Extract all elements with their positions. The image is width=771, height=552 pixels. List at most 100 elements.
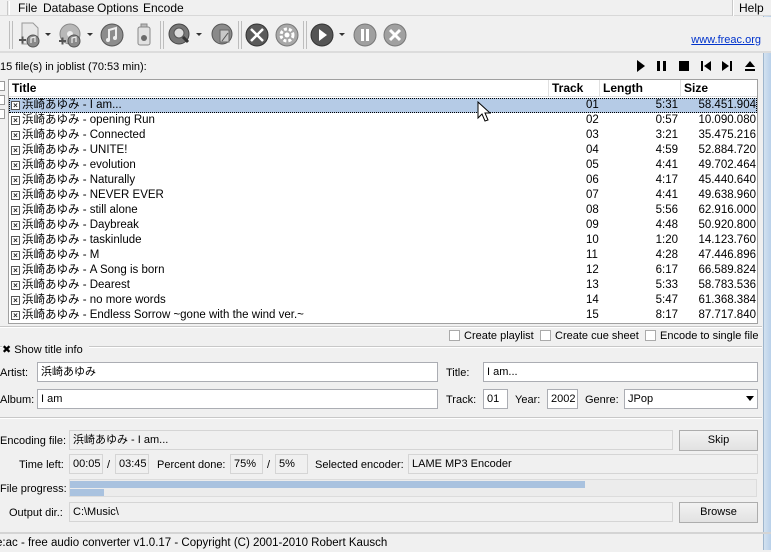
- toolbar-grip: [9, 21, 13, 49]
- player-stop-button[interactable]: [677, 59, 691, 73]
- menu-database[interactable]: Database: [41, 1, 96, 15]
- column-header-title[interactable]: Title: [9, 80, 549, 97]
- joblist-row[interactable]: × 浜崎あゆみ - M 11 4:28 47.446.896: [9, 248, 757, 263]
- row-checkbox[interactable]: ×: [11, 131, 20, 140]
- row-checkbox[interactable]: ×: [11, 266, 20, 275]
- start-encoding-dropdown[interactable]: [339, 32, 345, 38]
- joblist-row[interactable]: × 浜崎あゆみ - taskinlude 10 1:20 14.123.760: [9, 233, 757, 248]
- menu-encode[interactable]: Encode: [141, 1, 186, 15]
- artist-input[interactable]: 浜崎あゆみ: [37, 362, 438, 382]
- time-left-label: Time left:: [19, 459, 64, 471]
- start-encoding-button[interactable]: [308, 21, 336, 49]
- menu-help[interactable]: Help: [737, 1, 766, 15]
- freac-website-link[interactable]: www.freac.org: [691, 34, 761, 46]
- add-cd-dropdown[interactable]: [87, 32, 93, 38]
- column-header-size[interactable]: Size: [681, 80, 757, 97]
- status-text: fre:ac - free audio converter v1.0.17 - …: [0, 537, 388, 549]
- window-border: [763, 0, 771, 550]
- skip-button[interactable]: Skip: [679, 430, 758, 451]
- row-checkbox[interactable]: ×: [11, 221, 20, 230]
- add-files-button[interactable]: [16, 21, 44, 49]
- player-pause-button[interactable]: [655, 59, 669, 73]
- row-checkbox[interactable]: ×: [11, 101, 20, 110]
- show-title-info-toggle[interactable]: ✖ Show title info: [2, 343, 89, 356]
- track-input[interactable]: 01: [483, 389, 508, 409]
- query-cddb-button[interactable]: [166, 21, 194, 49]
- player-next-button[interactable]: [720, 59, 734, 73]
- side-panel-handle[interactable]: [0, 81, 5, 91]
- row-checkbox[interactable]: ×: [11, 146, 20, 155]
- joblist-row[interactable]: × 浜崎あゆみ - Dearest 13 5:33 58.783.536: [9, 278, 757, 293]
- configure-button[interactable]: [243, 21, 271, 49]
- config-options-button[interactable]: [273, 21, 301, 49]
- encode-single-file-checkbox[interactable]: Encode to single file: [645, 330, 758, 342]
- row-checkbox[interactable]: ×: [11, 206, 20, 215]
- row-track: 03: [586, 129, 599, 141]
- row-length: 3:21: [655, 129, 678, 141]
- stop-icon: [679, 61, 689, 71]
- row-checkbox[interactable]: ×: [11, 251, 20, 260]
- row-checkbox[interactable]: ×: [11, 116, 20, 125]
- row-checkbox[interactable]: ×: [11, 191, 20, 200]
- player-play-button[interactable]: [634, 59, 648, 73]
- column-header-length[interactable]: Length: [600, 80, 681, 97]
- row-checkbox[interactable]: ×: [11, 311, 20, 320]
- joblist-row[interactable]: × 浜崎あゆみ - evolution 05 4:41 49.702.464: [9, 158, 757, 173]
- column-header-track[interactable]: Track: [549, 80, 600, 97]
- gear-icon: [275, 23, 299, 47]
- add-files-dropdown[interactable]: [45, 32, 51, 38]
- joblist-row[interactable]: × 浜崎あゆみ - A Song is born 12 6:17 66.589.824: [9, 263, 757, 278]
- player-previous-button[interactable]: [699, 59, 713, 73]
- joblist-row[interactable]: × 浜崎あゆみ - no more words 14 5:47 61.368.384: [9, 293, 757, 308]
- file-progress-label: File progress:: [0, 483, 67, 495]
- row-title: 浜崎あゆみ - evolution: [22, 159, 136, 171]
- year-input[interactable]: 2002: [547, 389, 578, 409]
- side-panel-handle[interactable]: [0, 95, 5, 105]
- player-eject-button[interactable]: [743, 59, 757, 73]
- add-audio-button[interactable]: [98, 21, 126, 49]
- toolbar-separator: [160, 21, 164, 49]
- side-panel-handle[interactable]: [0, 109, 5, 119]
- row-length: 4:28: [655, 249, 678, 261]
- joblist-row[interactable]: × 浜崎あゆみ - Naturally 06 4:17 45.440.640: [9, 173, 757, 188]
- row-size: 61.368.384: [698, 294, 756, 306]
- joblist-row[interactable]: × 浜崎あゆみ - opening Run 02 0:57 10.090.080: [9, 113, 757, 128]
- stop-encoding-button[interactable]: [381, 21, 409, 49]
- album-input[interactable]: I am: [37, 389, 438, 409]
- joblist-row[interactable]: × 浜崎あゆみ - UNITE! 04 4:59 52.884.720: [9, 143, 757, 158]
- menu-grip: [7, 1, 10, 15]
- menu-file[interactable]: File: [16, 1, 39, 15]
- chevron-down-icon[interactable]: [746, 396, 754, 401]
- joblist-row[interactable]: × 浜崎あゆみ - NEVER EVER 07 4:41 49.638.960: [9, 188, 757, 203]
- percent-done-label: Percent done:: [157, 459, 226, 471]
- submit-cddb-button[interactable]: [208, 21, 236, 49]
- joblist[interactable]: Title Track Length Size × 浜崎あゆみ - I am...…: [8, 79, 758, 324]
- joblist-row[interactable]: × 浜崎あゆみ - Endless Sorrow ~gone with the w…: [9, 308, 757, 323]
- title-input[interactable]: I am...: [483, 362, 758, 382]
- row-size: 45.440.640: [698, 174, 756, 186]
- row-checkbox[interactable]: ×: [11, 161, 20, 170]
- joblist-row[interactable]: × 浜崎あゆみ - I am... 01 5:31 58.451.904: [9, 98, 757, 113]
- row-length: 4:41: [655, 189, 678, 201]
- clear-list-button[interactable]: [130, 21, 158, 49]
- checkbox-checked-icon: ✖: [2, 344, 12, 356]
- row-checkbox[interactable]: ×: [11, 176, 20, 185]
- row-checkbox[interactable]: ×: [11, 236, 20, 245]
- joblist-row[interactable]: × 浜崎あゆみ - Connected 03 3:21 35.475.216: [9, 128, 757, 143]
- query-cddb-dropdown[interactable]: [196, 32, 202, 38]
- joblist-row[interactable]: × 浜崎あゆみ - still alone 08 5:56 62.916.000: [9, 203, 757, 218]
- row-checkbox[interactable]: ×: [11, 296, 20, 305]
- menu-options[interactable]: Options: [95, 1, 140, 15]
- browse-button[interactable]: Browse: [679, 502, 758, 523]
- joblist-row[interactable]: × 浜崎あゆみ - Daybreak 09 4:48 50.920.800: [9, 218, 757, 233]
- row-size: 62.916.000: [698, 204, 756, 216]
- add-cd-icon: [59, 23, 81, 48]
- create-cue-sheet-checkbox[interactable]: Create cue sheet: [540, 330, 639, 342]
- row-checkbox[interactable]: ×: [11, 281, 20, 290]
- clear-list-trash-icon: [137, 23, 151, 46]
- pause-encoding-button[interactable]: [351, 21, 379, 49]
- create-playlist-checkbox[interactable]: Create playlist: [449, 330, 534, 342]
- genre-select[interactable]: JPop: [624, 389, 758, 409]
- time-total-display: 03:45: [115, 454, 149, 474]
- add-cd-button[interactable]: [56, 21, 84, 49]
